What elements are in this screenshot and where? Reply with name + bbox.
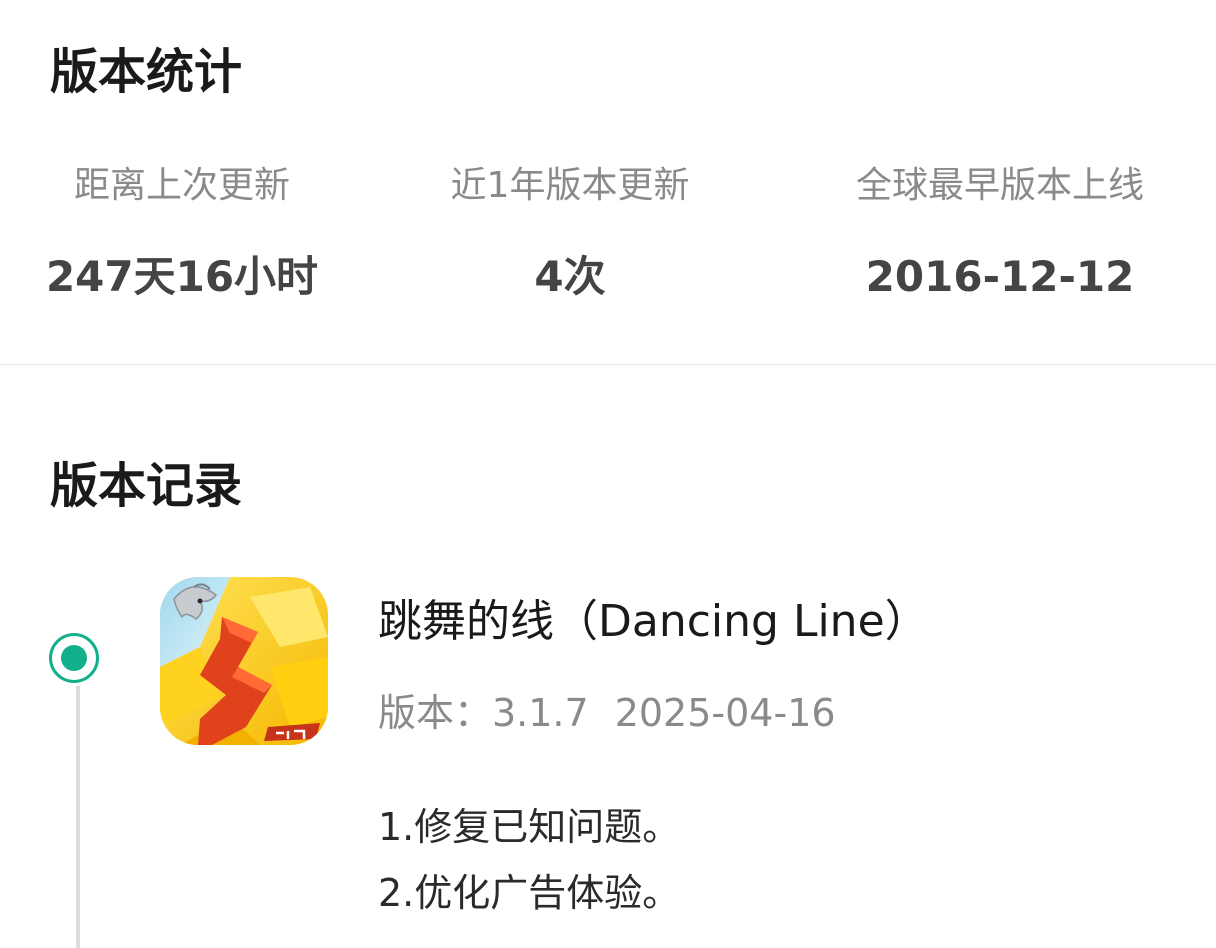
stat-first-release-date: 全球最早版本上线 2016-12-12 (800, 166, 1200, 300)
app-name[interactable]: 跳舞的线（Dancing Line） (378, 596, 929, 648)
release-note-item: 2.优化广告体验。 (378, 871, 681, 915)
timeline-line (76, 686, 80, 948)
section-divider (0, 364, 1216, 365)
version-number: 版本：3.1.7 (378, 691, 589, 735)
timeline-dot-icon (49, 633, 99, 683)
version-stats-row: 距离上次更新 247天16小时 近1年版本更新 4次 全球最早版本上线 2016… (0, 166, 1216, 306)
release-notes: 1.修复已知问题。 2.优化广告体验。 (378, 794, 680, 926)
stat-since-last-update: 距离上次更新 247天16小时 (0, 166, 364, 300)
dancing-line-app-icon[interactable] (160, 577, 328, 745)
stat-label: 近1年版本更新 (450, 165, 690, 206)
version-records-title: 版本记录 (50, 458, 243, 514)
stat-value: 2016-12-12 (865, 252, 1135, 301)
stat-label: 距离上次更新 (73, 165, 290, 206)
stat-value: 247天16小时 (45, 252, 319, 301)
version-stats-title: 版本统计 (50, 44, 243, 100)
stat-label: 全球最早版本上线 (855, 165, 1144, 206)
release-date: 2025-04-16 (614, 691, 836, 735)
stat-updates-past-year: 近1年版本更新 4次 (380, 166, 760, 300)
stat-value: 4次 (534, 252, 606, 301)
version-info: 版本：3.1.7 2025-04-16 (378, 690, 836, 736)
release-note-item: 1.修复已知问题。 (378, 805, 681, 849)
